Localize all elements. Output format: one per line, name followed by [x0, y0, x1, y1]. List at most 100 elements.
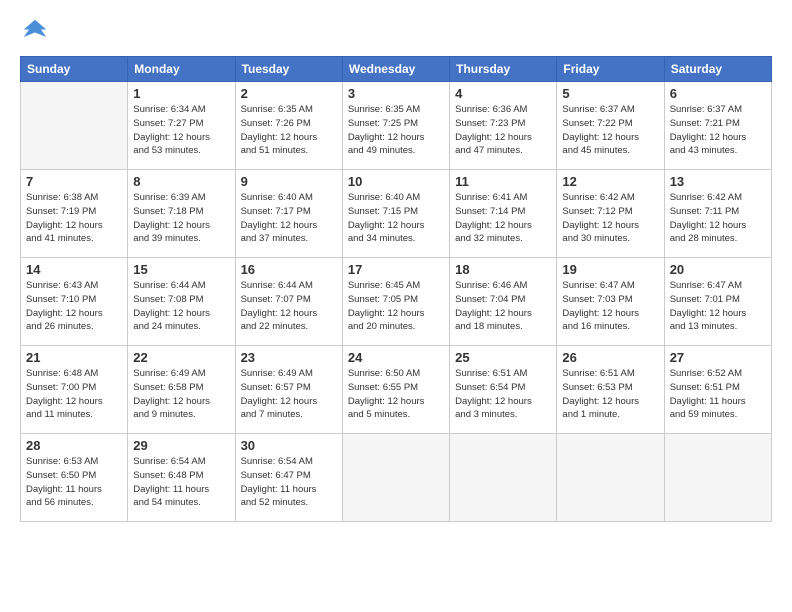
calendar-week-row: 14 Sunrise: 6:43 AM Sunset: 7:10 PM Dayli…	[21, 258, 772, 346]
calendar-day-cell: 23 Sunrise: 6:49 AM Sunset: 6:57 PM Dayli…	[235, 346, 342, 434]
calendar-day-cell: 20 Sunrise: 6:47 AM Sunset: 7:01 PM Dayli…	[664, 258, 771, 346]
calendar-header-cell: Friday	[557, 57, 664, 82]
calendar-header-row: SundayMondayTuesdayWednesdayThursdayFrid…	[21, 57, 772, 82]
day-number: 30	[241, 438, 337, 453]
day-number: 26	[562, 350, 658, 365]
calendar-day-cell	[664, 434, 771, 522]
calendar-day-cell	[450, 434, 557, 522]
day-info: Sunrise: 6:42 AM Sunset: 7:12 PM Dayligh…	[562, 191, 658, 246]
day-info: Sunrise: 6:35 AM Sunset: 7:26 PM Dayligh…	[241, 103, 337, 158]
calendar-header-cell: Tuesday	[235, 57, 342, 82]
day-info: Sunrise: 6:48 AM Sunset: 7:00 PM Dayligh…	[26, 367, 122, 422]
calendar-day-cell: 7Sunrise: 6:38 AM Sunset: 7:19 PM Daylig…	[21, 170, 128, 258]
calendar-day-cell: 4 Sunrise: 6:36 AM Sunset: 7:23 PM Daylig…	[450, 82, 557, 170]
calendar-day-cell: 8 Sunrise: 6:39 AM Sunset: 7:18 PM Daylig…	[128, 170, 235, 258]
calendar-week-row: 1 Sunrise: 6:34 AM Sunset: 7:27 PM Daylig…	[21, 82, 772, 170]
day-number: 21	[26, 350, 122, 365]
calendar-day-cell: 11 Sunrise: 6:41 AM Sunset: 7:14 PM Dayli…	[450, 170, 557, 258]
day-number: 10	[348, 174, 444, 189]
calendar-day-cell: 12 Sunrise: 6:42 AM Sunset: 7:12 PM Dayli…	[557, 170, 664, 258]
day-number: 22	[133, 350, 229, 365]
logo	[20, 16, 54, 46]
calendar-day-cell: 10 Sunrise: 6:40 AM Sunset: 7:15 PM Dayli…	[342, 170, 449, 258]
day-number: 11	[455, 174, 551, 189]
calendar-header-cell: Sunday	[21, 57, 128, 82]
day-info: Sunrise: 6:37 AM Sunset: 7:21 PM Dayligh…	[670, 103, 766, 158]
calendar-day-cell: 27 Sunrise: 6:52 AM Sunset: 6:51 PM Dayli…	[664, 346, 771, 434]
calendar-day-cell: 26 Sunrise: 6:51 AM Sunset: 6:53 PM Dayli…	[557, 346, 664, 434]
calendar-week-row: 21 Sunrise: 6:48 AM Sunset: 7:00 PM Dayli…	[21, 346, 772, 434]
page-header	[20, 16, 772, 46]
calendar-body: 1 Sunrise: 6:34 AM Sunset: 7:27 PM Daylig…	[21, 82, 772, 522]
day-number: 29	[133, 438, 229, 453]
day-number: 19	[562, 262, 658, 277]
day-info: Sunrise: 6:51 AM Sunset: 6:54 PM Dayligh…	[455, 367, 551, 422]
calendar-day-cell: 2 Sunrise: 6:35 AM Sunset: 7:26 PM Daylig…	[235, 82, 342, 170]
calendar-day-cell	[557, 434, 664, 522]
day-number: 5	[562, 86, 658, 101]
day-info: Sunrise: 6:47 AM Sunset: 7:01 PM Dayligh…	[670, 279, 766, 334]
logo-icon	[20, 16, 50, 46]
day-info: Sunrise: 6:34 AM Sunset: 7:27 PM Dayligh…	[133, 103, 229, 158]
day-info: Sunrise: 6:49 AM Sunset: 6:58 PM Dayligh…	[133, 367, 229, 422]
day-info: Sunrise: 6:42 AM Sunset: 7:11 PM Dayligh…	[670, 191, 766, 246]
day-number: 16	[241, 262, 337, 277]
day-info: Sunrise: 6:54 AM Sunset: 6:48 PM Dayligh…	[133, 455, 229, 510]
day-info: Sunrise: 6:44 AM Sunset: 7:08 PM Dayligh…	[133, 279, 229, 334]
day-number: 12	[562, 174, 658, 189]
day-info: Sunrise: 6:51 AM Sunset: 6:53 PM Dayligh…	[562, 367, 658, 422]
calendar-header-cell: Wednesday	[342, 57, 449, 82]
day-info: Sunrise: 6:37 AM Sunset: 7:22 PM Dayligh…	[562, 103, 658, 158]
day-info: Sunrise: 6:41 AM Sunset: 7:14 PM Dayligh…	[455, 191, 551, 246]
day-number: 23	[241, 350, 337, 365]
calendar-day-cell: 9 Sunrise: 6:40 AM Sunset: 7:17 PM Daylig…	[235, 170, 342, 258]
day-number: 7	[26, 174, 122, 189]
day-number: 4	[455, 86, 551, 101]
day-info: Sunrise: 6:40 AM Sunset: 7:15 PM Dayligh…	[348, 191, 444, 246]
day-info: Sunrise: 6:46 AM Sunset: 7:04 PM Dayligh…	[455, 279, 551, 334]
calendar-day-cell: 16 Sunrise: 6:44 AM Sunset: 7:07 PM Dayli…	[235, 258, 342, 346]
day-number: 2	[241, 86, 337, 101]
day-number: 14	[26, 262, 122, 277]
calendar-day-cell: 28Sunrise: 6:53 AM Sunset: 6:50 PM Dayli…	[21, 434, 128, 522]
calendar-day-cell	[21, 82, 128, 170]
calendar-header-cell: Thursday	[450, 57, 557, 82]
day-number: 17	[348, 262, 444, 277]
day-info: Sunrise: 6:39 AM Sunset: 7:18 PM Dayligh…	[133, 191, 229, 246]
calendar-day-cell: 1 Sunrise: 6:34 AM Sunset: 7:27 PM Daylig…	[128, 82, 235, 170]
calendar-day-cell: 13 Sunrise: 6:42 AM Sunset: 7:11 PM Dayli…	[664, 170, 771, 258]
day-number: 8	[133, 174, 229, 189]
calendar-day-cell: 19Sunrise: 6:47 AM Sunset: 7:03 PM Dayli…	[557, 258, 664, 346]
day-number: 13	[670, 174, 766, 189]
calendar-header-cell: Monday	[128, 57, 235, 82]
calendar-day-cell: 6Sunrise: 6:37 AM Sunset: 7:21 PM Daylig…	[664, 82, 771, 170]
calendar-day-cell: 29 Sunrise: 6:54 AM Sunset: 6:48 PM Dayli…	[128, 434, 235, 522]
calendar-day-cell: 14 Sunrise: 6:43 AM Sunset: 7:10 PM Dayli…	[21, 258, 128, 346]
calendar-day-cell: 30 Sunrise: 6:54 AM Sunset: 6:47 PM Dayli…	[235, 434, 342, 522]
calendar-week-row: 7Sunrise: 6:38 AM Sunset: 7:19 PM Daylig…	[21, 170, 772, 258]
day-info: Sunrise: 6:54 AM Sunset: 6:47 PM Dayligh…	[241, 455, 337, 510]
day-number: 25	[455, 350, 551, 365]
calendar-day-cell: 3Sunrise: 6:35 AM Sunset: 7:25 PM Daylig…	[342, 82, 449, 170]
calendar-day-cell: 22 Sunrise: 6:49 AM Sunset: 6:58 PM Dayli…	[128, 346, 235, 434]
calendar-week-row: 28Sunrise: 6:53 AM Sunset: 6:50 PM Dayli…	[21, 434, 772, 522]
day-number: 27	[670, 350, 766, 365]
calendar-header-cell: Saturday	[664, 57, 771, 82]
day-number: 18	[455, 262, 551, 277]
day-number: 28	[26, 438, 122, 453]
day-number: 20	[670, 262, 766, 277]
calendar-table: SundayMondayTuesdayWednesdayThursdayFrid…	[20, 56, 772, 522]
day-number: 24	[348, 350, 444, 365]
day-info: Sunrise: 6:36 AM Sunset: 7:23 PM Dayligh…	[455, 103, 551, 158]
day-info: Sunrise: 6:43 AM Sunset: 7:10 PM Dayligh…	[26, 279, 122, 334]
day-info: Sunrise: 6:44 AM Sunset: 7:07 PM Dayligh…	[241, 279, 337, 334]
calendar-day-cell: 24 Sunrise: 6:50 AM Sunset: 6:55 PM Dayli…	[342, 346, 449, 434]
day-number: 1	[133, 86, 229, 101]
calendar-day-cell: 18 Sunrise: 6:46 AM Sunset: 7:04 PM Dayli…	[450, 258, 557, 346]
day-info: Sunrise: 6:40 AM Sunset: 7:17 PM Dayligh…	[241, 191, 337, 246]
day-info: Sunrise: 6:50 AM Sunset: 6:55 PM Dayligh…	[348, 367, 444, 422]
day-info: Sunrise: 6:52 AM Sunset: 6:51 PM Dayligh…	[670, 367, 766, 422]
day-number: 3	[348, 86, 444, 101]
day-info: Sunrise: 6:49 AM Sunset: 6:57 PM Dayligh…	[241, 367, 337, 422]
day-number: 9	[241, 174, 337, 189]
